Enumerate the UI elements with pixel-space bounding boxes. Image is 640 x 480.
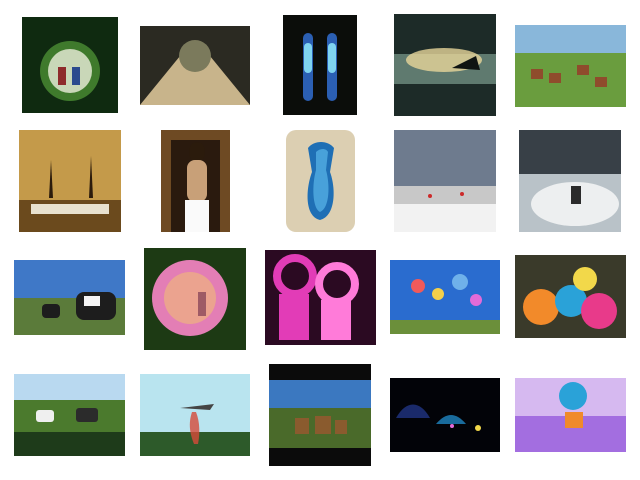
gallery-thumbnail[interactable] <box>161 130 230 232</box>
gallery-thumbnail[interactable] <box>394 14 496 116</box>
gallery-thumbnail[interactable] <box>144 248 246 350</box>
photo-pink-scissors <box>265 250 376 345</box>
gallery-thumbnail[interactable] <box>394 130 496 232</box>
gallery-thumbnail[interactable] <box>19 130 121 232</box>
photo-sheep-trees <box>19 130 121 232</box>
gallery-thumbnail[interactable] <box>22 17 118 113</box>
gallery-thumbnail[interactable] <box>390 260 500 334</box>
photo-tree-tunnel <box>140 26 250 105</box>
gallery-thumbnail[interactable] <box>390 378 500 452</box>
photo-animal-balloons <box>390 260 500 334</box>
photo-tree-island <box>394 14 496 116</box>
photo-chair-purple-field <box>515 378 626 452</box>
photo-woman-doorway <box>161 130 230 232</box>
photo-deer-meadow <box>515 25 626 107</box>
photo-colorful-umbrellas <box>515 255 626 338</box>
gallery-thumbnail[interactable] <box>515 255 626 338</box>
gallery-thumbnail[interactable] <box>14 374 125 456</box>
gallery-thumbnail[interactable] <box>14 260 125 335</box>
photo-firefighting-plane <box>140 374 250 456</box>
gallery-thumbnail[interactable] <box>265 250 376 345</box>
photo-toothbrush-heads <box>283 15 357 115</box>
photo-cattle-river <box>14 374 125 456</box>
gallery-thumbnail[interactable] <box>515 378 626 452</box>
photo-pink-umbrella <box>144 248 246 350</box>
gallery-thumbnail[interactable] <box>140 374 250 456</box>
gallery-thumbnail[interactable] <box>286 130 355 232</box>
photo-kites-beach <box>394 130 496 232</box>
gallery-thumbnail[interactable] <box>519 130 621 232</box>
photo-horses-valley <box>269 364 371 466</box>
photo-mirror-ball <box>22 17 118 113</box>
gallery-thumbnail[interactable] <box>140 26 250 105</box>
gallery-thumbnail[interactable] <box>269 364 371 466</box>
photo-night-tents <box>390 378 500 452</box>
gallery-thumbnail[interactable] <box>283 15 357 115</box>
photo-cows-field <box>14 260 125 335</box>
gallery-thumbnail[interactable] <box>515 25 626 107</box>
photo-horse-riders-mist <box>519 130 621 232</box>
photo-blue-vase <box>286 130 355 232</box>
